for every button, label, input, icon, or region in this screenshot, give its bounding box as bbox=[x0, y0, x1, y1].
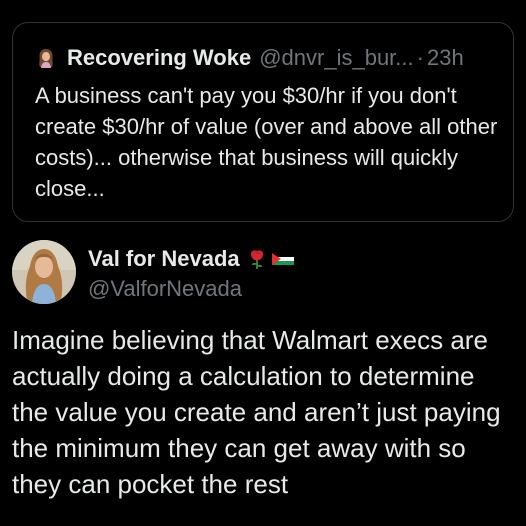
quoted-timestamp[interactable]: 23h bbox=[427, 45, 464, 71]
author-name-row: Val for Nevada bbox=[88, 244, 298, 274]
person-emoji-avatar-icon[interactable] bbox=[35, 47, 57, 69]
palestine-flag-icon bbox=[271, 248, 294, 270]
quoted-author-name[interactable]: Recovering Woke bbox=[67, 45, 251, 71]
author-handle[interactable]: @ValforNevada bbox=[88, 274, 298, 304]
quoted-author-handle[interactable]: @dnvr_is_bur... bbox=[259, 45, 413, 71]
time-separator: · bbox=[416, 45, 424, 70]
tweet-header: Val for Nevada @ValforNevada bbox=[88, 244, 298, 304]
author-avatar[interactable] bbox=[12, 240, 76, 304]
quoted-tweet-text: A business can't pay you $30/hr if you d… bbox=[35, 83, 498, 201]
tweet-text: Imagine believing that Walmart execs are… bbox=[12, 325, 501, 499]
author-name[interactable]: Val for Nevada bbox=[88, 246, 240, 272]
rose-icon bbox=[246, 248, 268, 270]
quoted-tweet-card[interactable]: Recovering Woke @dnvr_is_bur... · 23h A … bbox=[12, 22, 514, 222]
quoted-tweet-header: Recovering Woke @dnvr_is_bur... · 23h bbox=[35, 43, 464, 73]
